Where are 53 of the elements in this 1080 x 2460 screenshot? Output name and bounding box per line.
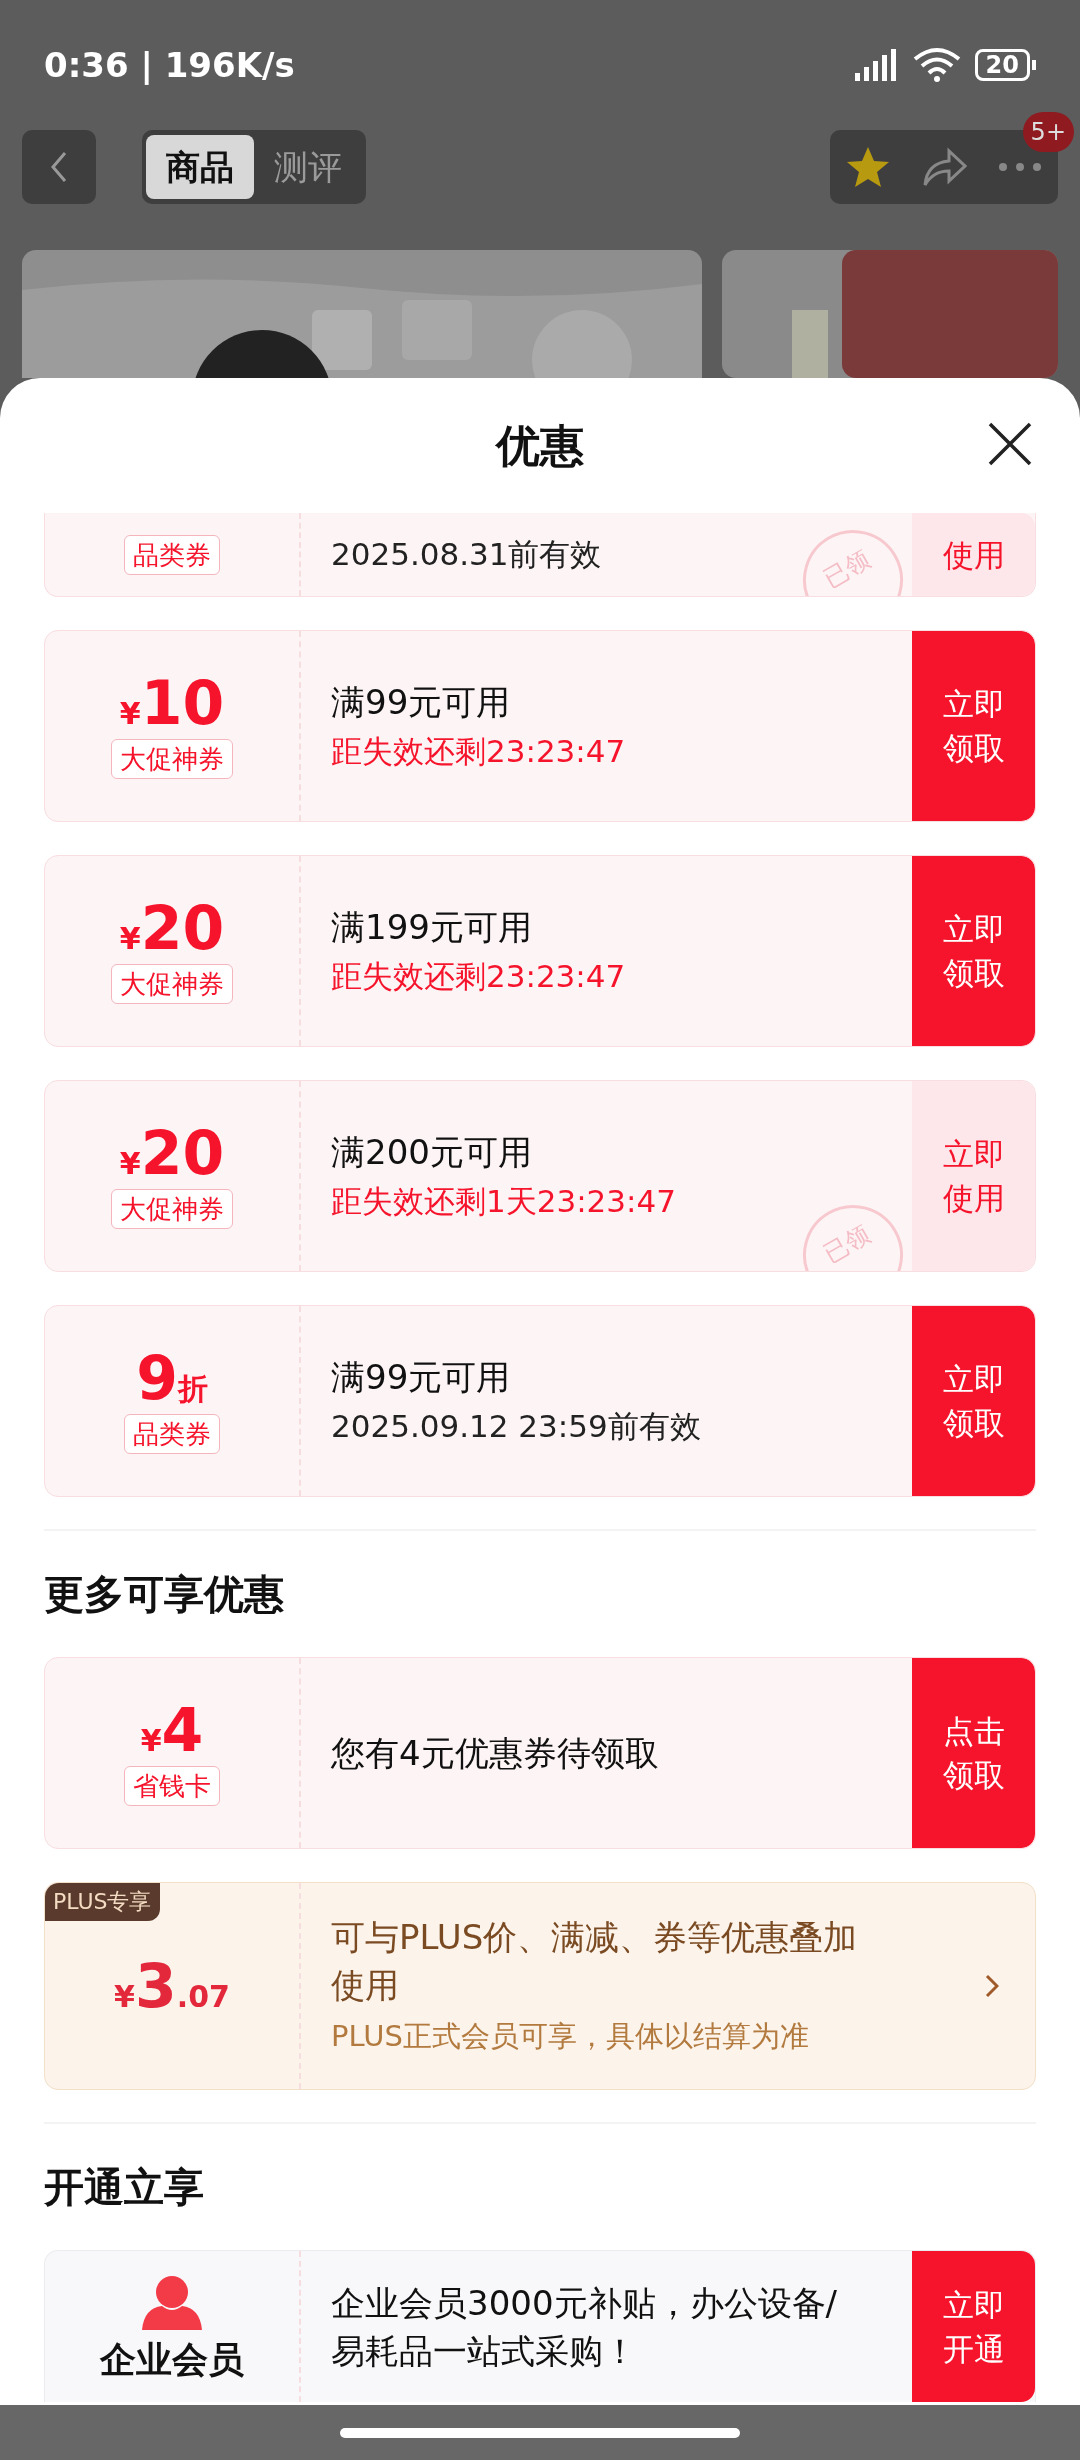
coupon-amount: ¥20 — [119, 898, 225, 958]
coupon-condition: 满99元可用 — [331, 1356, 511, 1399]
coupon-amount: ¥3.07 — [114, 1956, 230, 2016]
chevron-right-icon — [985, 1974, 999, 1998]
close-icon[interactable] — [988, 422, 1032, 466]
sheet-title: 优惠 — [496, 418, 584, 473]
claim-button[interactable]: 立即领取 — [912, 1306, 1035, 1496]
plus-description: 可与PLUS价、满减、券等优惠叠加使用 — [331, 1916, 859, 2008]
home-indicator[interactable] — [340, 2427, 740, 2438]
coupon-validity: 距失效还剩23:23:47 — [331, 956, 626, 996]
coupon-amount: 9折 — [136, 1348, 208, 1408]
coupon-validity: 2025.08.31前有效 — [331, 535, 602, 574]
coupon-tag: 大促神券 — [111, 739, 233, 779]
notification-badge: 5+ — [1022, 112, 1074, 152]
chevron-left-icon — [50, 151, 68, 183]
back-button[interactable] — [22, 130, 96, 204]
member-description: 企业会员3000元补贴，办公设备/易耗品一站式采购！ — [331, 2281, 838, 2373]
coupon-tag: 大促神券 — [111, 964, 233, 1004]
coupon-tag: 省钱卡 — [124, 1766, 220, 1806]
coupon-validity: 2025.09.12 23:59前有效 — [331, 1406, 701, 1446]
claim-button[interactable]: 立即使用 — [912, 1081, 1035, 1271]
more-icon[interactable] — [997, 162, 1043, 172]
section-heading: 更多可享优惠 — [44, 1570, 284, 1619]
claim-button[interactable]: 点击领取 — [912, 1658, 1035, 1848]
coupon-amount: ¥20 — [119, 1123, 225, 1183]
status-time: 0:36 | 196K/s — [44, 43, 295, 87]
claim-button[interactable]: 使用 — [912, 513, 1035, 596]
coupon-condition: 满199元可用 — [331, 906, 532, 949]
member-label: 企业会员 — [100, 2339, 244, 2380]
coupon-tag: 品类券 — [124, 534, 220, 575]
plus-note: PLUS正式会员可享，具体以结算为准 — [331, 2018, 810, 2056]
coupon-tag: 品类券 — [124, 1414, 220, 1454]
battery-indicator: 20 — [974, 49, 1036, 81]
plus-card[interactable]: PLUS专享 ¥3.07 可与PLUS价、满减、券等优惠叠加使用 PLUS正式会员可享，具体以结算为准 — [44, 1882, 1036, 2090]
star-icon[interactable] — [845, 145, 891, 189]
page-tab[interactable]: 商品 — [146, 135, 254, 199]
coupon-condition: 满99元可用 — [331, 681, 511, 724]
coupon-tag: 大促神券 — [111, 1189, 233, 1229]
wifi-icon — [912, 47, 961, 83]
coupon-condition: 满200元可用 — [331, 1131, 532, 1174]
coupon-validity: 距失效还剩1天23:23:47 — [331, 1181, 676, 1221]
page-tab[interactable]: 测评 — [254, 135, 362, 199]
coupon-condition: 您有4元优惠券待领取 — [331, 1731, 659, 1775]
claim-button[interactable]: 立即领取 — [912, 856, 1035, 1046]
coupon-amount: ¥10 — [119, 673, 225, 733]
coupon-amount: ¥4 — [140, 1700, 204, 1760]
claim-button[interactable]: 立即开通 — [912, 2251, 1035, 2402]
claim-button[interactable]: 立即领取 — [912, 631, 1035, 821]
share-icon[interactable] — [921, 147, 967, 187]
section-heading: 开通立享 — [44, 2163, 204, 2212]
coupon-validity: 距失效还剩23:23:47 — [331, 731, 626, 771]
person-icon — [140, 2273, 204, 2330]
plus-badge: PLUS专享 — [45, 1883, 160, 1921]
